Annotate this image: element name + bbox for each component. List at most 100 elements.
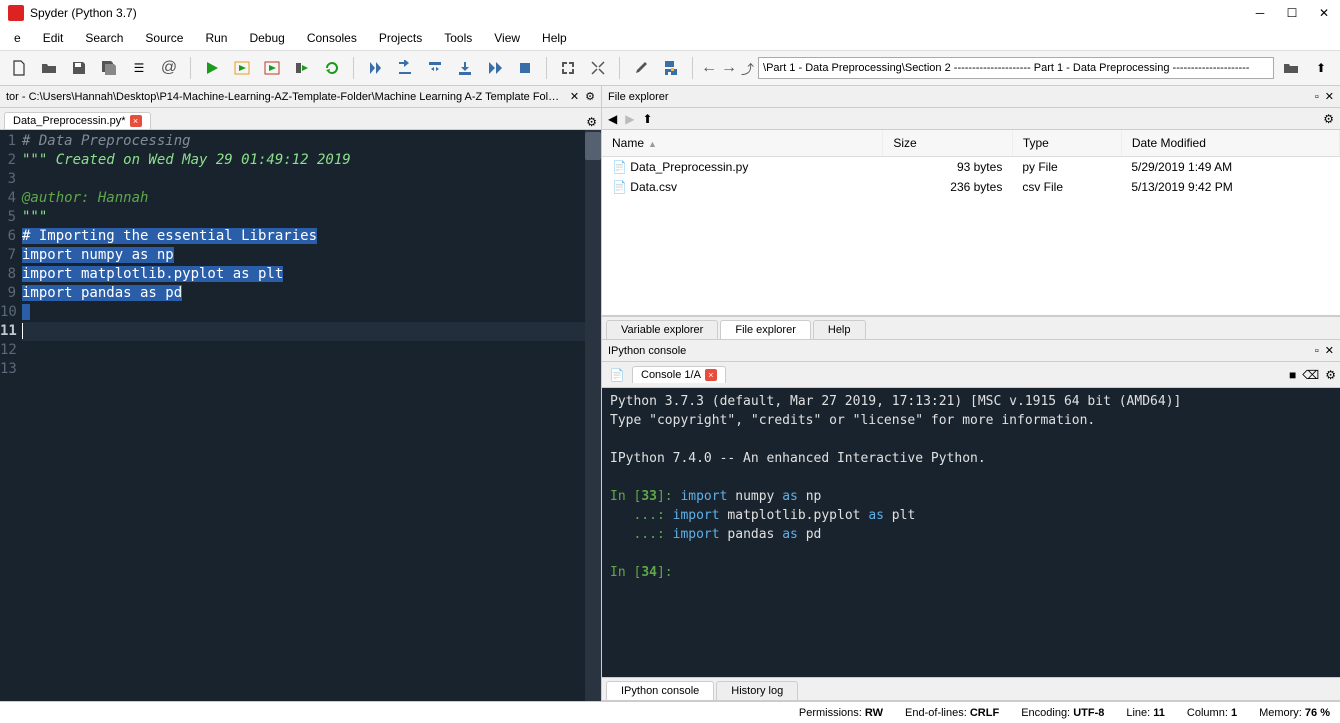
- parent-dir-button[interactable]: ⬆: [1308, 55, 1334, 81]
- editor-tab-close-icon[interactable]: ×: [130, 115, 142, 127]
- menu-source[interactable]: Source: [135, 29, 193, 47]
- file-explorer-title: File explorer: [608, 91, 669, 103]
- console-browse-icon[interactable]: 📄: [606, 365, 628, 385]
- continue-button[interactable]: [482, 55, 508, 81]
- status-enc-value: UTF-8: [1073, 707, 1104, 719]
- browse-dir-button[interactable]: [1278, 55, 1304, 81]
- run-button[interactable]: [199, 55, 225, 81]
- console-tab[interactable]: Console 1/A ×: [632, 366, 726, 383]
- editor-close-icon[interactable]: ✕: [570, 90, 579, 103]
- console-options-icon[interactable]: ⚙: [1325, 368, 1336, 382]
- run-cell-button[interactable]: [229, 55, 255, 81]
- file-explorer-nav: ◀ ▶ ⬆ ⚙: [602, 108, 1340, 130]
- menu-tools[interactable]: Tools: [434, 29, 482, 47]
- minimize-button[interactable]: ─: [1252, 5, 1268, 21]
- console-tab-close-icon[interactable]: ×: [705, 369, 717, 381]
- fe-forward-icon[interactable]: ▶: [625, 112, 634, 126]
- file-explorer-header: File explorer ▫ ✕: [602, 86, 1340, 108]
- console-output[interactable]: Python 3.7.3 (default, Mar 27 2019, 17:1…: [602, 388, 1340, 677]
- file-explorer[interactable]: Name▲SizeTypeDate Modified 📄 Data_Prepro…: [602, 130, 1340, 316]
- menu-edit[interactable]: Edit: [33, 29, 74, 47]
- status-col-label: Column:: [1187, 707, 1228, 719]
- tab-history-log[interactable]: History log: [716, 681, 798, 700]
- list-button[interactable]: ☰: [126, 55, 152, 81]
- status-eol-label: End-of-lines:: [905, 707, 967, 719]
- fe-col-size[interactable]: Size: [883, 130, 1012, 157]
- file-row[interactable]: 📄 Data_Preprocessin.py93 bytespy File5/2…: [602, 157, 1340, 178]
- console-tab-row: 📄 Console 1/A × ■ ⌫ ⚙: [602, 362, 1340, 388]
- run-selection-button[interactable]: [289, 55, 315, 81]
- tab-file-explorer[interactable]: File explorer: [720, 320, 811, 339]
- status-bar: Permissions: RW End-of-lines: CRLF Encod…: [0, 701, 1340, 723]
- file-row[interactable]: 📄 Data.csv236 bytescsv File5/13/2019 9:4…: [602, 177, 1340, 197]
- menu-run[interactable]: Run: [195, 29, 237, 47]
- tab-ipython-console[interactable]: IPython console: [606, 681, 714, 700]
- tab-help[interactable]: Help: [813, 320, 866, 339]
- step-out-button[interactable]: [452, 55, 478, 81]
- fe-col-type[interactable]: Type: [1012, 130, 1121, 157]
- new-file-button[interactable]: [6, 55, 32, 81]
- nav-up-button[interactable]: ⤴: [741, 59, 754, 78]
- editor-pane-header: tor - C:\Users\Hannah\Desktop\P14-Machin…: [0, 86, 601, 108]
- menu-debug[interactable]: Debug: [239, 29, 294, 47]
- editor-options-icon[interactable]: ⚙: [585, 90, 595, 103]
- status-mem-value: 76 %: [1305, 707, 1330, 719]
- status-eol-value: CRLF: [970, 707, 999, 719]
- editor-scrollbar[interactable]: [585, 130, 601, 701]
- fullscreen-button[interactable]: [585, 55, 611, 81]
- pane-maximize-icon[interactable]: ▫: [1315, 91, 1319, 103]
- fe-back-icon[interactable]: ◀: [608, 112, 617, 126]
- console-bottom-tabs: IPython consoleHistory log: [602, 677, 1340, 701]
- python-path-button[interactable]: [658, 55, 684, 81]
- editor-tabs-options-icon[interactable]: ⚙: [586, 115, 597, 129]
- editor-path-label: tor - C:\Users\Hannah\Desktop\P14-Machin…: [6, 91, 564, 103]
- maximize-button[interactable]: ☐: [1284, 5, 1300, 21]
- menu-projects[interactable]: Projects: [369, 29, 432, 47]
- pane-close-icon[interactable]: ✕: [1325, 90, 1334, 103]
- ipython-maximize-icon[interactable]: ▫: [1315, 345, 1319, 357]
- menu-search[interactable]: Search: [75, 29, 133, 47]
- spyder-logo-icon: [8, 5, 24, 21]
- status-line-label: Line:: [1126, 707, 1150, 719]
- status-perm-label: Permissions:: [799, 707, 862, 719]
- console-clear-icon[interactable]: ⌫: [1302, 368, 1319, 382]
- fe-col-date-modified[interactable]: Date Modified: [1121, 130, 1339, 157]
- console-stop-icon[interactable]: ■: [1289, 368, 1296, 382]
- code-area[interactable]: # Data Preprocessing""" Created on Wed M…: [20, 130, 585, 701]
- fe-options-icon[interactable]: ⚙: [1323, 112, 1334, 126]
- nav-back-button[interactable]: ←: [701, 59, 717, 77]
- close-button[interactable]: ✕: [1316, 5, 1332, 21]
- menu-help[interactable]: Help: [532, 29, 577, 47]
- tab-variable-explorer[interactable]: Variable explorer: [606, 320, 718, 339]
- window-title: Spyder (Python 3.7): [30, 6, 137, 20]
- status-perm-value: RW: [865, 707, 883, 719]
- menu-consoles[interactable]: Consoles: [297, 29, 367, 47]
- step-in-button[interactable]: [422, 55, 448, 81]
- code-editor[interactable]: 12345678910111213 # Data Preprocessing""…: [0, 130, 601, 701]
- debug-button[interactable]: [362, 55, 388, 81]
- stop-debug-button[interactable]: [512, 55, 538, 81]
- right-middle-tabs: Variable explorerFile explorerHelp: [602, 316, 1340, 340]
- open-file-button[interactable]: [36, 55, 62, 81]
- working-directory-select[interactable]: [758, 57, 1274, 79]
- ipython-close-icon[interactable]: ✕: [1325, 344, 1334, 357]
- fe-col-name[interactable]: Name▲: [602, 130, 883, 157]
- save-button[interactable]: [66, 55, 92, 81]
- status-enc-label: Encoding:: [1021, 707, 1070, 719]
- rerun-button[interactable]: [319, 55, 345, 81]
- run-cell-advance-button[interactable]: [259, 55, 285, 81]
- step-button[interactable]: [392, 55, 418, 81]
- menu-bar: eEditSearchSourceRunDebugConsolesProject…: [0, 26, 1340, 50]
- editor-tab-label: Data_Preprocessin.py*: [13, 115, 126, 127]
- at-button[interactable]: @: [156, 55, 182, 81]
- fe-up-icon[interactable]: ⬆: [642, 112, 652, 126]
- menu-view[interactable]: View: [484, 29, 530, 47]
- nav-forward-button[interactable]: →: [721, 59, 737, 77]
- status-line-value: 11: [1153, 707, 1165, 719]
- console-tab-label: Console 1/A: [641, 369, 701, 381]
- maximize-pane-button[interactable]: [555, 55, 581, 81]
- editor-tab[interactable]: Data_Preprocessin.py* ×: [4, 112, 151, 129]
- menu-e[interactable]: e: [4, 29, 31, 47]
- save-all-button[interactable]: [96, 55, 122, 81]
- preferences-button[interactable]: [628, 55, 654, 81]
